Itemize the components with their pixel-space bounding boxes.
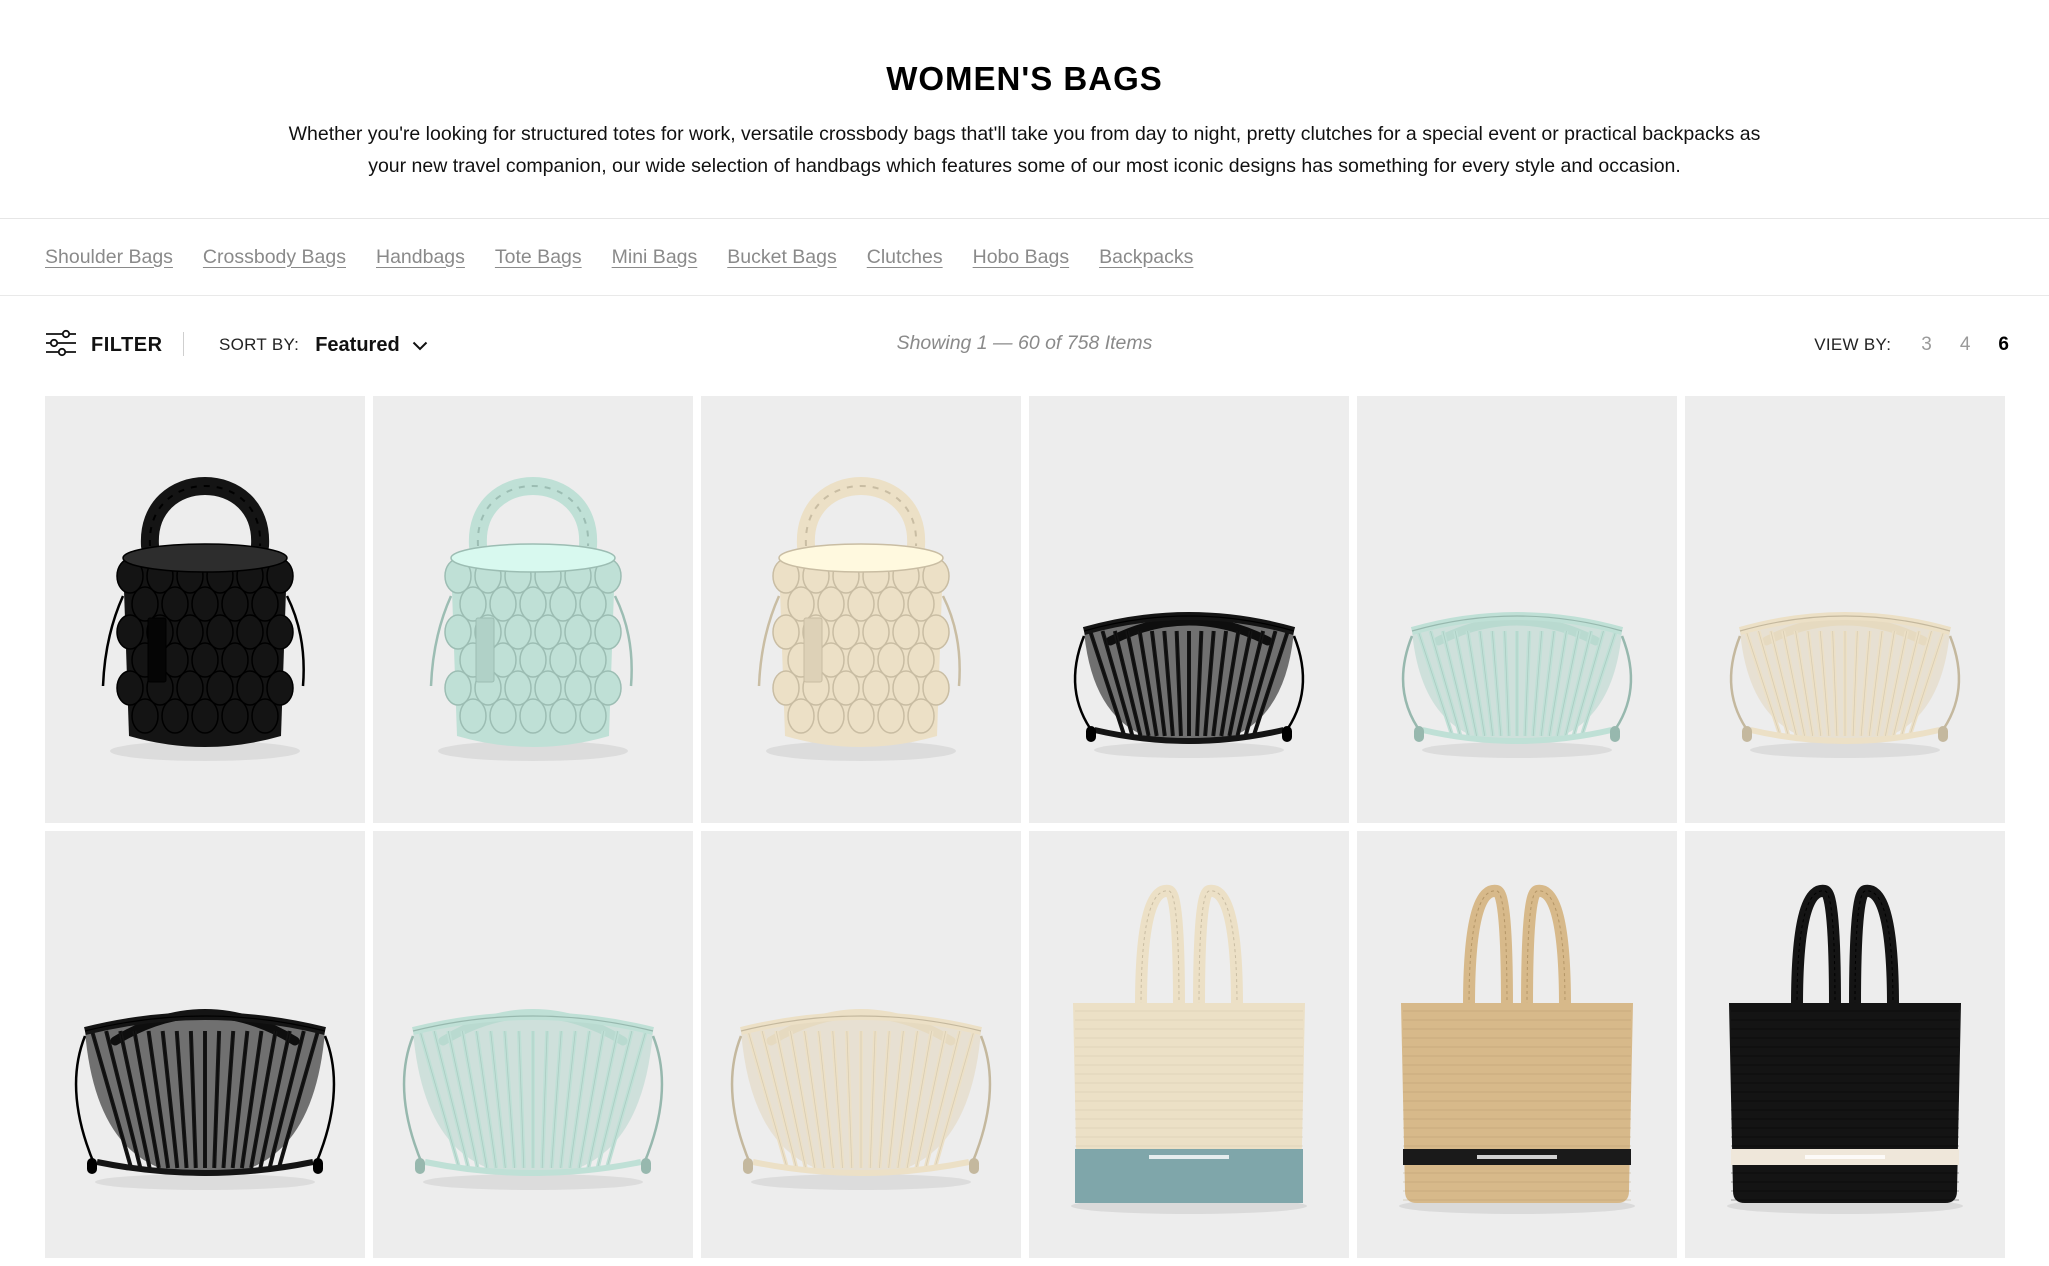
- product-card[interactable]: [373, 396, 693, 823]
- product-card[interactable]: [373, 831, 693, 1258]
- product-card[interactable]: [45, 831, 365, 1258]
- category-link-hobo-bags[interactable]: Hobo Bags: [973, 246, 1069, 269]
- product-card[interactable]: [1685, 831, 2005, 1258]
- product-image: [730, 1009, 992, 1190]
- product-image: [1073, 612, 1305, 758]
- product-card[interactable]: [45, 396, 365, 823]
- category-link-handbags[interactable]: Handbags: [376, 246, 465, 269]
- category-link-mini-bags[interactable]: Mini Bags: [612, 246, 698, 269]
- product-card[interactable]: [701, 831, 1021, 1258]
- category-link-bucket-bags[interactable]: Bucket Bags: [727, 246, 836, 269]
- product-card[interactable]: [1029, 396, 1349, 823]
- product-image: [1401, 612, 1633, 758]
- product-image: [429, 477, 633, 761]
- product-image: [101, 477, 305, 761]
- view-by-control: VIEW BY: 3 4 6: [1814, 296, 2009, 394]
- product-image: [1727, 884, 1963, 1214]
- page-header: WOMEN'S BAGS Whether you're looking for …: [0, 0, 2049, 182]
- product-image: [1071, 884, 1307, 1214]
- product-image: [402, 1009, 664, 1190]
- product-card[interactable]: [1357, 831, 1677, 1258]
- product-card[interactable]: [1685, 396, 2005, 823]
- view-by-label: VIEW BY:: [1814, 335, 1892, 354]
- product-grid: [45, 396, 2005, 1258]
- product-card[interactable]: [1029, 831, 1349, 1258]
- product-card[interactable]: [701, 396, 1021, 823]
- product-image: [757, 477, 961, 761]
- product-image: [1399, 884, 1635, 1214]
- product-card[interactable]: [1357, 396, 1677, 823]
- category-link-shoulder-bags[interactable]: Shoulder Bags: [45, 246, 173, 269]
- results-count: Showing 1 — 60 of 758 Items: [896, 332, 1153, 354]
- view-option-6[interactable]: 6: [1998, 334, 2009, 356]
- page-title: WOMEN'S BAGS: [886, 60, 1163, 97]
- category-link-crossbody-bags[interactable]: Crossbody Bags: [203, 246, 346, 269]
- view-option-4[interactable]: 4: [1960, 334, 1971, 356]
- product-image: [1729, 612, 1961, 758]
- category-link-backpacks[interactable]: Backpacks: [1099, 246, 1193, 269]
- product-image: [74, 1009, 336, 1190]
- category-link-clutches[interactable]: Clutches: [867, 246, 943, 269]
- listing-toolbar: FILTER SORT BY: Featured Showing 1 — 60 …: [0, 296, 2049, 394]
- view-option-3[interactable]: 3: [1921, 334, 1932, 356]
- page-description: Whether you're looking for structured to…: [288, 123, 1761, 177]
- category-nav: Shoulder Bags Crossbody Bags Handbags Tote …: [0, 219, 2049, 296]
- category-link-tote-bags[interactable]: Tote Bags: [495, 246, 582, 269]
